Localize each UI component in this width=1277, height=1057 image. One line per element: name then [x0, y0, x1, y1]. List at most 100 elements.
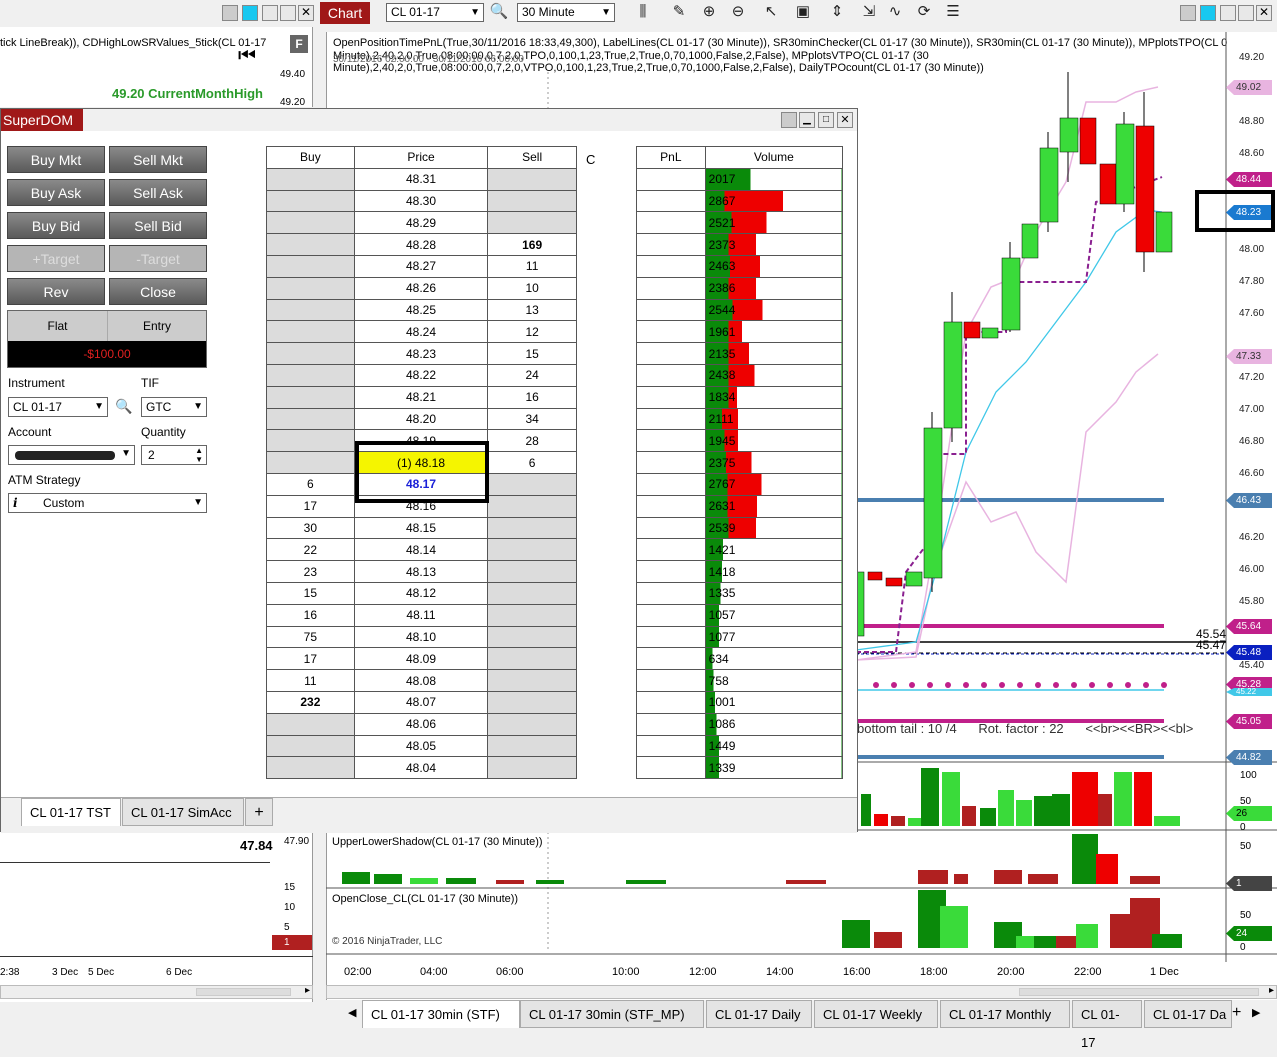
close-button[interactable]: ✕ [837, 112, 853, 128]
bar-type-icon[interactable]: ⫼ [632, 2, 654, 22]
buy-cell[interactable] [266, 756, 355, 780]
buy-cell[interactable] [266, 211, 355, 235]
tab-cl-tst[interactable]: CL 01-17 TST [21, 798, 121, 826]
close-button[interactable]: ✕ [1256, 5, 1272, 21]
buy-cell[interactable] [266, 451, 355, 474]
properties-icon[interactable]: ⇲ [858, 2, 880, 22]
drawing-tools-icon[interactable]: ⇕ [826, 2, 848, 22]
buy-cell[interactable] [266, 298, 355, 322]
close-button[interactable]: ✕ [298, 5, 314, 21]
interval-select[interactable]: 30 Minute ▼ [517, 3, 615, 22]
minimize-button[interactable]: ▁ [799, 112, 815, 128]
tabs-scroll-left-icon[interactable]: ◀ [348, 1006, 356, 1019]
left-scrollbar[interactable]: ▸ [0, 985, 313, 999]
sell-bid-button[interactable]: Sell Bid [109, 212, 207, 239]
sell-cell[interactable] [487, 516, 577, 540]
maximize-button[interactable] [280, 5, 296, 21]
buy-cell[interactable]: 11 [266, 669, 355, 692]
sell-cell[interactable]: 6 [487, 451, 577, 474]
dom-instrument-select[interactable]: CL 01-17 ▼ [8, 397, 108, 417]
sell-cell[interactable]: 24 [487, 363, 577, 387]
sell-cell[interactable] [487, 625, 577, 649]
buy-ask-button[interactable]: Buy Ask [7, 179, 105, 206]
chart-tab[interactable]: Chart [320, 2, 370, 24]
stepper-arrows-icon[interactable]: ▲ ▼ [195, 446, 203, 464]
sell-cell[interactable] [487, 538, 577, 562]
zoom-in-icon[interactable]: ⊕ [698, 2, 720, 22]
buy-cell[interactable] [266, 342, 355, 365]
sell-cell[interactable] [487, 211, 577, 235]
zoom-out-icon[interactable]: ⊖ [727, 2, 749, 22]
sell-cell[interactable]: 11 [487, 254, 577, 278]
tabs-scroll-right-icon[interactable]: ▶ [1252, 1006, 1260, 1019]
minimize-gray-button[interactable] [1180, 5, 1196, 21]
buy-cell[interactable]: 75 [266, 625, 355, 649]
sell-cell[interactable] [487, 167, 577, 191]
sell-cell[interactable] [487, 560, 577, 583]
sell-cell[interactable] [487, 690, 577, 714]
sell-ask-button[interactable]: Sell Ask [109, 179, 207, 206]
quantity-stepper[interactable]: 2 ▲ ▼ [141, 445, 207, 465]
atm-strategy-select[interactable]: i Custom ▼ [8, 493, 207, 513]
buy-cell[interactable] [266, 712, 355, 736]
buy-cell[interactable]: 17 [266, 647, 355, 671]
tab-cl-weekly[interactable]: CL 01-17 Weekly [814, 1000, 938, 1028]
close-position-button[interactable]: Close [109, 278, 207, 305]
tab-cl-30min-stf-mp[interactable]: CL 01-17 30min (STF_MP) [520, 1000, 704, 1028]
minus-target-button[interactable]: -Target [109, 245, 207, 272]
minimize-gray-button[interactable] [222, 5, 238, 21]
buy-cell[interactable]: 17 [266, 494, 355, 518]
buy-cell[interactable] [266, 320, 355, 344]
sell-cell[interactable]: 12 [487, 320, 577, 344]
plus-target-button[interactable]: +Target [7, 245, 105, 272]
sell-cell[interactable] [487, 472, 577, 496]
menu-icon[interactable]: ☰ [942, 2, 964, 22]
instrument-select[interactable]: CL 01-17 ▼ [386, 3, 484, 22]
buy-cell[interactable] [266, 233, 355, 256]
search-icon[interactable]: 🔍 [488, 2, 510, 22]
sell-cell[interactable]: 28 [487, 429, 577, 453]
data-box-icon[interactable]: ▣ [792, 2, 814, 22]
indicators-icon[interactable]: ∿ [884, 2, 906, 22]
buy-cell[interactable] [266, 429, 355, 453]
buy-cell[interactable]: 6 [266, 472, 355, 496]
sell-cell[interactable] [487, 581, 577, 605]
minimize-gray-button[interactable] [781, 112, 797, 128]
tab-cl[interactable]: CL 01-17 [1072, 1000, 1142, 1050]
maximize-button[interactable]: □ [818, 112, 834, 128]
sell-cell[interactable]: 13 [487, 298, 577, 322]
buy-cell[interactable] [266, 734, 355, 758]
cyan-link-button[interactable] [242, 5, 258, 21]
add-account-tab-button[interactable]: + [245, 798, 273, 826]
account-select[interactable]: ▼ [8, 445, 135, 465]
buy-cell[interactable] [266, 254, 355, 278]
rev-button[interactable]: Rev [7, 278, 105, 305]
sell-cell[interactable] [487, 712, 577, 736]
sell-cell[interactable]: 10 [487, 276, 577, 300]
pencil-icon[interactable]: ✎ [668, 2, 690, 22]
buy-cell[interactable]: 15 [266, 581, 355, 605]
buy-cell[interactable] [266, 385, 355, 409]
refresh-icon[interactable]: ⟳ [913, 2, 935, 22]
pointer-icon[interactable]: ↖ [760, 2, 782, 22]
restore-button[interactable] [262, 5, 278, 21]
buy-cell[interactable] [266, 276, 355, 300]
tab-cl-30min-stf[interactable]: CL 01-17 30min (STF) [362, 1000, 520, 1028]
sell-cell[interactable] [487, 603, 577, 627]
buy-cell[interactable] [266, 407, 355, 431]
add-tab-icon[interactable]: + [1232, 1004, 1241, 1022]
sell-cell[interactable] [487, 734, 577, 758]
sell-cell[interactable]: 169 [487, 233, 577, 256]
tab-cl-daily[interactable]: CL 01-17 Daily [706, 1000, 812, 1028]
info-icon[interactable]: i [13, 494, 18, 512]
tab-cl-simacc[interactable]: CL 01-17 SimAcc [122, 798, 244, 826]
restore-button[interactable] [1220, 5, 1236, 21]
buy-cell[interactable]: 232 [266, 690, 355, 714]
sell-cell[interactable]: 16 [487, 385, 577, 409]
sell-cell[interactable] [487, 494, 577, 518]
sell-cell[interactable] [487, 647, 577, 671]
tab-cl-daily-2[interactable]: CL 01-17 Da [1144, 1000, 1232, 1028]
f-button[interactable]: F [290, 35, 308, 53]
buy-cell[interactable]: 30 [266, 516, 355, 540]
cyan-link-button[interactable] [1200, 5, 1216, 21]
